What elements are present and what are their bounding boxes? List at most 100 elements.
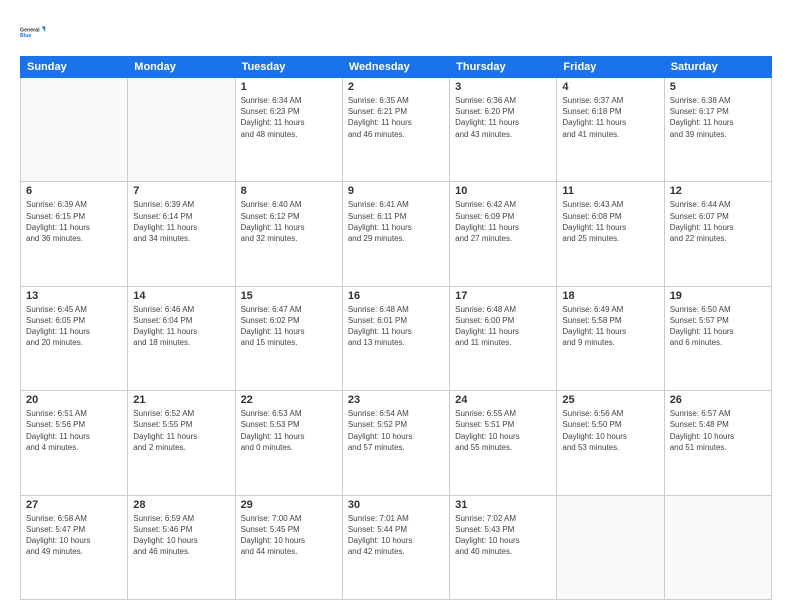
day-info: Sunrise: 6:40 AM Sunset: 6:12 PM Dayligh… [241,199,337,244]
day-number: 29 [241,499,337,511]
day-info: Sunrise: 6:35 AM Sunset: 6:21 PM Dayligh… [348,95,444,140]
calendar-cell: 23 Sunrise: 6:54 AM Sunset: 5:52 PM Dayli… [342,391,449,495]
header: GeneralBlue [20,18,772,46]
day-info: Sunrise: 6:37 AM Sunset: 6:18 PM Dayligh… [562,95,658,140]
day-info: Sunrise: 6:47 AM Sunset: 6:02 PM Dayligh… [241,304,337,349]
calendar-cell: 31 Sunrise: 7:02 AM Sunset: 5:43 PM Dayli… [450,495,557,599]
calendar-cell: 30 Sunrise: 7:01 AM Sunset: 5:44 PM Dayli… [342,495,449,599]
day-number: 31 [455,499,551,511]
calendar-table: SundayMondayTuesdayWednesdayThursdayFrid… [20,56,772,600]
day-info: Sunrise: 6:51 AM Sunset: 5:56 PM Dayligh… [26,408,122,453]
day-info: Sunrise: 6:59 AM Sunset: 5:46 PM Dayligh… [133,513,229,558]
day-number: 10 [455,185,551,197]
day-number: 19 [670,290,766,302]
calendar-cell: 2 Sunrise: 6:35 AM Sunset: 6:21 PM Daylig… [342,78,449,182]
calendar-cell: 27 Sunrise: 6:58 AM Sunset: 5:47 PM Dayli… [21,495,128,599]
day-number: 28 [133,499,229,511]
day-info: Sunrise: 6:49 AM Sunset: 5:58 PM Dayligh… [562,304,658,349]
weekday-header-saturday: Saturday [664,57,771,78]
calendar-cell: 14Sunrise: 6:46 AM Sunset: 6:04 PM Dayli… [128,286,235,390]
week-row-2: 6Sunrise: 6:39 AM Sunset: 6:15 PM Daylig… [21,182,772,286]
day-info: Sunrise: 6:46 AM Sunset: 6:04 PM Dayligh… [133,304,229,349]
day-info: Sunrise: 6:41 AM Sunset: 6:11 PM Dayligh… [348,199,444,244]
calendar-cell: 1Sunrise: 6:34 AM Sunset: 6:23 PM Daylig… [235,78,342,182]
calendar-cell: 26Sunrise: 6:57 AM Sunset: 5:48 PM Dayli… [664,391,771,495]
calendar-cell: 8 Sunrise: 6:40 AM Sunset: 6:12 PM Daylig… [235,182,342,286]
day-number: 3 [455,81,551,93]
calendar-page: GeneralBlue SundayMondayTuesdayWednesday… [0,0,792,612]
day-number: 6 [26,185,122,197]
calendar-cell: 4Sunrise: 6:37 AM Sunset: 6:18 PM Daylig… [557,78,664,182]
day-number: 23 [348,394,444,406]
calendar-cell: 29 Sunrise: 7:00 AM Sunset: 5:45 PM Dayli… [235,495,342,599]
day-info: Sunrise: 6:36 AM Sunset: 6:20 PM Dayligh… [455,95,551,140]
day-number: 11 [562,185,658,197]
week-row-5: 27 Sunrise: 6:58 AM Sunset: 5:47 PM Dayli… [21,495,772,599]
day-info: Sunrise: 6:42 AM Sunset: 6:09 PM Dayligh… [455,199,551,244]
calendar-cell: 15 Sunrise: 6:47 AM Sunset: 6:02 PM Dayli… [235,286,342,390]
day-info: Sunrise: 6:38 AM Sunset: 6:17 PM Dayligh… [670,95,766,140]
day-info: Sunrise: 6:54 AM Sunset: 5:52 PM Dayligh… [348,408,444,453]
calendar-cell: 12 Sunrise: 6:44 AM Sunset: 6:07 PM Dayli… [664,182,771,286]
day-info: Sunrise: 7:01 AM Sunset: 5:44 PM Dayligh… [348,513,444,558]
day-info: Sunrise: 6:48 AM Sunset: 6:01 PM Dayligh… [348,304,444,349]
day-number: 27 [26,499,122,511]
calendar-cell [664,495,771,599]
day-info: Sunrise: 6:55 AM Sunset: 5:51 PM Dayligh… [455,408,551,453]
calendar-cell: 24 Sunrise: 6:55 AM Sunset: 5:51 PM Dayli… [450,391,557,495]
day-info: Sunrise: 7:00 AM Sunset: 5:45 PM Dayligh… [241,513,337,558]
logo: GeneralBlue [20,18,48,46]
calendar-cell: 13Sunrise: 6:45 AM Sunset: 6:05 PM Dayli… [21,286,128,390]
weekday-header-monday: Monday [128,57,235,78]
calendar-cell: 5 Sunrise: 6:38 AM Sunset: 6:17 PM Daylig… [664,78,771,182]
day-number: 13 [26,290,122,302]
day-info: Sunrise: 7:02 AM Sunset: 5:43 PM Dayligh… [455,513,551,558]
calendar-cell: 28 Sunrise: 6:59 AM Sunset: 5:46 PM Dayli… [128,495,235,599]
day-number: 1 [241,81,337,93]
day-number: 24 [455,394,551,406]
day-number: 20 [26,394,122,406]
logo-icon: GeneralBlue [20,18,48,46]
day-number: 30 [348,499,444,511]
calendar-cell: 17 Sunrise: 6:48 AM Sunset: 6:00 PM Dayli… [450,286,557,390]
day-number: 25 [562,394,658,406]
day-info: Sunrise: 6:58 AM Sunset: 5:47 PM Dayligh… [26,513,122,558]
day-info: Sunrise: 6:48 AM Sunset: 6:00 PM Dayligh… [455,304,551,349]
calendar-cell: 9Sunrise: 6:41 AM Sunset: 6:11 PM Daylig… [342,182,449,286]
weekday-header-friday: Friday [557,57,664,78]
calendar-cell [21,78,128,182]
calendar-cell: 20 Sunrise: 6:51 AM Sunset: 5:56 PM Dayli… [21,391,128,495]
day-number: 5 [670,81,766,93]
weekday-header-sunday: Sunday [21,57,128,78]
weekday-header-wednesday: Wednesday [342,57,449,78]
day-number: 2 [348,81,444,93]
day-info: Sunrise: 6:52 AM Sunset: 5:55 PM Dayligh… [133,408,229,453]
calendar-cell: 6Sunrise: 6:39 AM Sunset: 6:15 PM Daylig… [21,182,128,286]
day-number: 12 [670,185,766,197]
calendar-cell [128,78,235,182]
day-number: 8 [241,185,337,197]
week-row-3: 13Sunrise: 6:45 AM Sunset: 6:05 PM Dayli… [21,286,772,390]
calendar-cell: 19Sunrise: 6:50 AM Sunset: 5:57 PM Dayli… [664,286,771,390]
day-info: Sunrise: 6:39 AM Sunset: 6:14 PM Dayligh… [133,199,229,244]
calendar-cell [557,495,664,599]
svg-text:Blue: Blue [20,33,31,39]
day-number: 22 [241,394,337,406]
day-number: 18 [562,290,658,302]
week-row-1: 1Sunrise: 6:34 AM Sunset: 6:23 PM Daylig… [21,78,772,182]
weekday-header-thursday: Thursday [450,57,557,78]
calendar-cell: 21 Sunrise: 6:52 AM Sunset: 5:55 PM Dayli… [128,391,235,495]
svg-text:General: General [20,27,40,33]
calendar-cell: 7Sunrise: 6:39 AM Sunset: 6:14 PM Daylig… [128,182,235,286]
day-number: 15 [241,290,337,302]
calendar-cell: 10 Sunrise: 6:42 AM Sunset: 6:09 PM Dayli… [450,182,557,286]
day-number: 26 [670,394,766,406]
week-row-4: 20 Sunrise: 6:51 AM Sunset: 5:56 PM Dayli… [21,391,772,495]
day-number: 17 [455,290,551,302]
weekday-header-tuesday: Tuesday [235,57,342,78]
calendar-cell: 11Sunrise: 6:43 AM Sunset: 6:08 PM Dayli… [557,182,664,286]
day-info: Sunrise: 6:44 AM Sunset: 6:07 PM Dayligh… [670,199,766,244]
calendar-cell: 3 Sunrise: 6:36 AM Sunset: 6:20 PM Daylig… [450,78,557,182]
day-number: 21 [133,394,229,406]
day-info: Sunrise: 6:53 AM Sunset: 5:53 PM Dayligh… [241,408,337,453]
